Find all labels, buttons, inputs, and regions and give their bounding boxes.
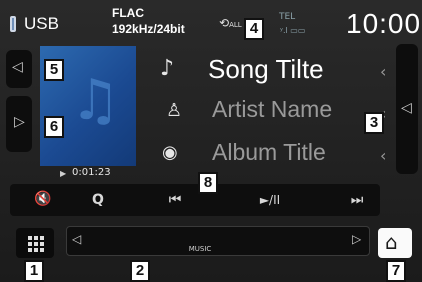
music-note-icon: ♪ bbox=[160, 56, 175, 81]
music-label: MUSIC bbox=[188, 245, 212, 253]
source-label[interactable]: USB bbox=[24, 14, 59, 34]
callout-1: 1 bbox=[24, 260, 44, 282]
callout-7: 7 bbox=[386, 260, 406, 282]
menu-grid-icon bbox=[28, 236, 44, 252]
search-button[interactable]: Q bbox=[86, 192, 110, 208]
home-icon: ⌂ bbox=[385, 230, 398, 254]
callout-6: 6 bbox=[44, 116, 64, 138]
chevron-left-icon: ‹ bbox=[380, 146, 387, 165]
next-track-button[interactable]: ⏭ bbox=[342, 192, 372, 208]
callout-3: 3 bbox=[364, 112, 384, 134]
chevron-left-icon: ◁ bbox=[72, 232, 82, 246]
chevron-right-icon: ▷ bbox=[14, 114, 25, 130]
repeat-mode-label: ALL bbox=[229, 21, 242, 29]
album-disc-icon: ◉ bbox=[162, 142, 178, 163]
control-bar bbox=[10, 184, 380, 216]
album-title: Album Title bbox=[212, 139, 326, 165]
signal-battery-indicator: ʸ.l ▭▭ bbox=[280, 26, 306, 35]
artist-icon: ♙ bbox=[166, 100, 183, 121]
chevron-left-icon: ‹ bbox=[380, 62, 387, 81]
song-title: Song Tilte bbox=[208, 54, 324, 84]
usb-icon bbox=[10, 16, 16, 32]
callout-2: 2 bbox=[130, 260, 150, 282]
mute-button[interactable]: 🔇 bbox=[28, 191, 58, 207]
callout-5: 5 bbox=[44, 59, 64, 81]
play-pause-button[interactable]: ►/II bbox=[250, 193, 290, 207]
chevron-left-icon: ◁ bbox=[401, 100, 412, 116]
clock: 10:00 bbox=[346, 8, 422, 39]
previous-track-button[interactable]: ⏮ bbox=[160, 192, 190, 208]
elapsed-time: 0:01:23 bbox=[72, 167, 111, 178]
tel-status-label: TEL bbox=[279, 12, 296, 22]
audio-bitrate: 192kHz/24bit bbox=[112, 22, 185, 36]
audio-format: FLAC bbox=[112, 6, 144, 20]
artist-name: Artist Name bbox=[212, 96, 333, 122]
callout-8: 8 bbox=[198, 172, 218, 194]
music-note-icon: ♫ bbox=[70, 68, 121, 133]
play-status-icon: ▶ bbox=[60, 169, 67, 178]
callout-4: 4 bbox=[244, 18, 264, 40]
chevron-left-icon: ◁ bbox=[12, 59, 23, 75]
chevron-right-icon: ▷ bbox=[352, 232, 362, 246]
repeat-icon: ⟲ALL bbox=[219, 16, 242, 30]
